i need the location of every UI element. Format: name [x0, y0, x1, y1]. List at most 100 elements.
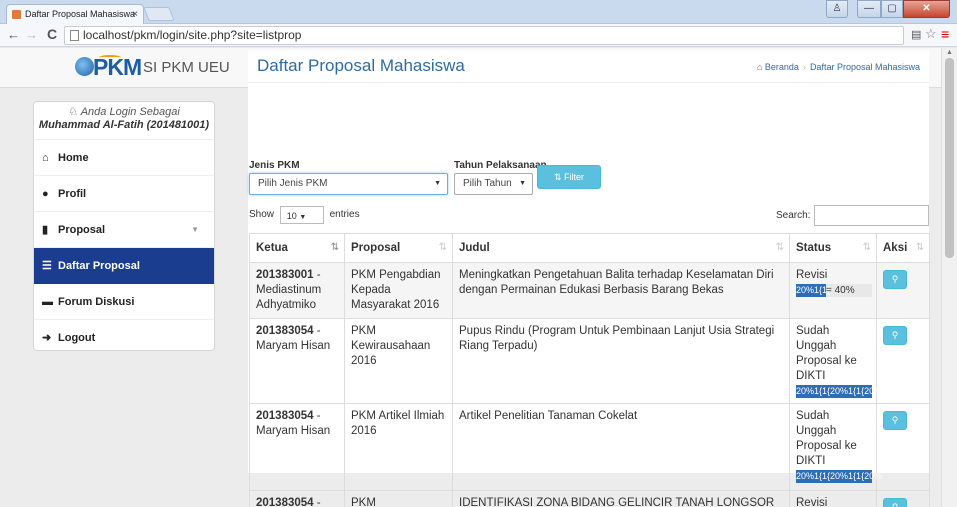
show-entries: Show 10 ▼ entries [249, 206, 360, 224]
entries-select[interactable]: 10 ▼ [279, 206, 324, 224]
breadcrumb: ⌂ Beranda › Daftar Proposal Mahasiswa [757, 62, 920, 72]
filter-button[interactable]: ⇅ Filter [537, 165, 601, 189]
close-window-icon[interactable]: ✕ [903, 0, 950, 18]
search-icon: ⚲ [891, 274, 899, 284]
cell-ketua: 201383054 - Maryam Hisan [249, 318, 345, 404]
progress-bar: 20%1{1{20%1{1{20% [796, 470, 882, 483]
scroll-up-icon[interactable]: ▲ [946, 49, 953, 56]
back-icon[interactable]: ← [7, 27, 20, 42]
comment-icon: ▬ [42, 296, 53, 308]
new-tab-button[interactable] [143, 7, 175, 21]
column-header-judul[interactable]: Judul ⇅ [452, 233, 790, 263]
progress-bar: 20%1{1{ = 40% [796, 284, 872, 297]
login-user-name: Muhammad Al-Fatih (201481001) [38, 119, 210, 131]
vertical-scrollbar[interactable]: ▲ [941, 48, 957, 507]
tahun-value: Pilih Tahun [463, 178, 512, 189]
sidebar-item-proposal[interactable]: ▮ Proposal ▼ [34, 212, 214, 248]
url-input[interactable]: localhost/pkm/login/site.php?site=listpr… [64, 26, 904, 45]
chevron-down-icon: ▼ [299, 214, 307, 221]
forward-icon[interactable]: → [25, 27, 38, 42]
page-title: Daftar Proposal Mahasiswa [257, 56, 465, 75]
column-header-status[interactable]: Status ⇅ [789, 233, 877, 263]
sidebar-item-label: Forum Diskusi [58, 296, 135, 308]
jenis-pkm-value: Pilih Jenis PKM [258, 178, 328, 189]
progress-suffix: = 40% [826, 285, 855, 296]
sidebar-item-logout[interactable]: ➜ Logout [34, 320, 214, 356]
reload-icon[interactable]: C [47, 26, 57, 42]
filter-button-label: Filter [564, 172, 585, 182]
sidebar-item-label: Proposal [58, 224, 106, 236]
brand-name[interactable]: SI PKM UEU [143, 59, 230, 76]
chevron-down-icon: ▼ [519, 180, 526, 187]
logout-icon: ➜ [42, 332, 52, 344]
tahun-label: Tahun Pelaksanaan [454, 160, 547, 171]
cell-aksi: ⚲ [876, 262, 930, 319]
cell-ketua: 201383054 - Maryam Hisan [249, 403, 345, 491]
breadcrumb-home-icon: ⌂ [756, 62, 763, 72]
table-row: 201383054 - PKM IDENTIFIKASI ZONA BIDANG… [249, 490, 930, 507]
sidebar-item-profil[interactable]: ● Profil [34, 176, 214, 212]
cell-aksi: ⚲ [876, 403, 930, 491]
view-button[interactable]: ⚲ [883, 326, 907, 345]
jenis-pkm-select[interactable]: Pilih Jenis PKM ▼ [249, 173, 448, 195]
status-text: Revisi [796, 269, 828, 281]
tab-close-icon[interactable]: × [132, 5, 138, 24]
browser-tab[interactable]: Daftar Proposal Mahasiswa × [6, 4, 144, 24]
sort-icon: ⇅ [438, 242, 447, 253]
column-header-proposal[interactable]: Proposal ⇅ [344, 233, 453, 263]
cell-judul: Pupus Rindu (Program Untuk Pembinaan Lan… [452, 318, 790, 404]
maximize-icon[interactable]: ▢ [881, 0, 903, 18]
tab-title: Daftar Proposal Mahasiswa [25, 9, 136, 19]
sort-icon: ⇅ [775, 242, 784, 253]
progress-bar: 20%1{1{20%1{1{20% [796, 385, 882, 398]
view-button[interactable]: ⚲ [883, 498, 907, 507]
globe-icon [75, 57, 94, 76]
filter-icon: ⇅ [553, 172, 562, 182]
sidebar-item-forum[interactable]: ▬ Forum Diskusi [34, 284, 214, 320]
table-header-row: Ketua ⇅ Proposal ⇅ Judul ⇅ Status ⇅ Aksi ⇅ [249, 233, 930, 263]
breadcrumb-current[interactable]: Daftar Proposal Mahasiswa [810, 62, 920, 72]
page-icon [70, 30, 79, 41]
login-info: ♘ Anda Login Sebagai Muhammad Al-Fatih (… [34, 102, 214, 140]
entries-label: entries [329, 209, 360, 220]
cell-aksi: ⚲ [876, 490, 930, 507]
tahun-select[interactable]: Pilih Tahun ▼ [454, 173, 533, 195]
view-button[interactable]: ⚲ [883, 270, 907, 289]
status-text: Sudah Unggah Proposal ke DIKTI [796, 325, 857, 382]
chevron-down-icon: ▼ [191, 225, 199, 234]
view-button[interactable]: ⚲ [883, 411, 907, 430]
home-icon: ⌂ [42, 152, 49, 164]
sidebar-item-label: Profil [58, 188, 87, 200]
breadcrumb-home[interactable]: Beranda [765, 62, 799, 72]
translate-icon[interactable]: ▤ [911, 28, 921, 41]
pkm-logo[interactable]: PKM [75, 54, 142, 82]
user-profile-icon[interactable]: ♙ [826, 0, 848, 18]
entries-value: 10 [286, 211, 297, 221]
browser-titlebar: Daftar Proposal Mahasiswa × ♙ — ▢ ✕ [0, 0, 957, 24]
minimize-icon[interactable]: — [857, 0, 881, 18]
bookmark-star-icon[interactable]: ☆ [925, 26, 937, 42]
sidebar-item-home[interactable]: ⌂ Home [34, 140, 214, 176]
logo-text: PKM [93, 54, 142, 80]
table-row: 201383054 - Maryam Hisan PKM Kewirausaha… [249, 318, 930, 404]
progress-text: 20%1{1{20%1{1{20% [796, 386, 883, 396]
sidebar-item-daftar-proposal[interactable]: ☰ Daftar Proposal [34, 248, 214, 284]
sidebar: ♘ Anda Login Sebagai Muhammad Al-Fatih (… [33, 101, 215, 351]
status-text: Sudah Unggah Proposal ke DIKTI [796, 410, 857, 467]
browser-menu-icon[interactable]: ≡ [941, 26, 949, 42]
column-header-ketua[interactable]: Ketua ⇅ [249, 233, 345, 263]
cell-ketua: 201383054 - [249, 490, 345, 507]
user-icon: ● [42, 188, 49, 200]
sort-icon: ⇅ [862, 242, 871, 253]
cell-ketua: 201383001 - Mediastinum Adhyatmiko [249, 262, 345, 319]
cell-aksi: ⚲ [876, 318, 930, 404]
scroll-thumb[interactable] [945, 58, 954, 258]
sidebar-item-label: Logout [58, 332, 96, 344]
search-input[interactable] [814, 205, 929, 226]
cell-judul: Artikel Penelitian Tanaman Cokelat [452, 403, 790, 491]
favicon-icon [12, 10, 21, 19]
show-label: Show [249, 209, 275, 220]
column-header-aksi[interactable]: Aksi ⇅ [876, 233, 930, 263]
breadcrumb-separator: › [802, 62, 806, 72]
search-icon: ⚲ [891, 502, 899, 507]
